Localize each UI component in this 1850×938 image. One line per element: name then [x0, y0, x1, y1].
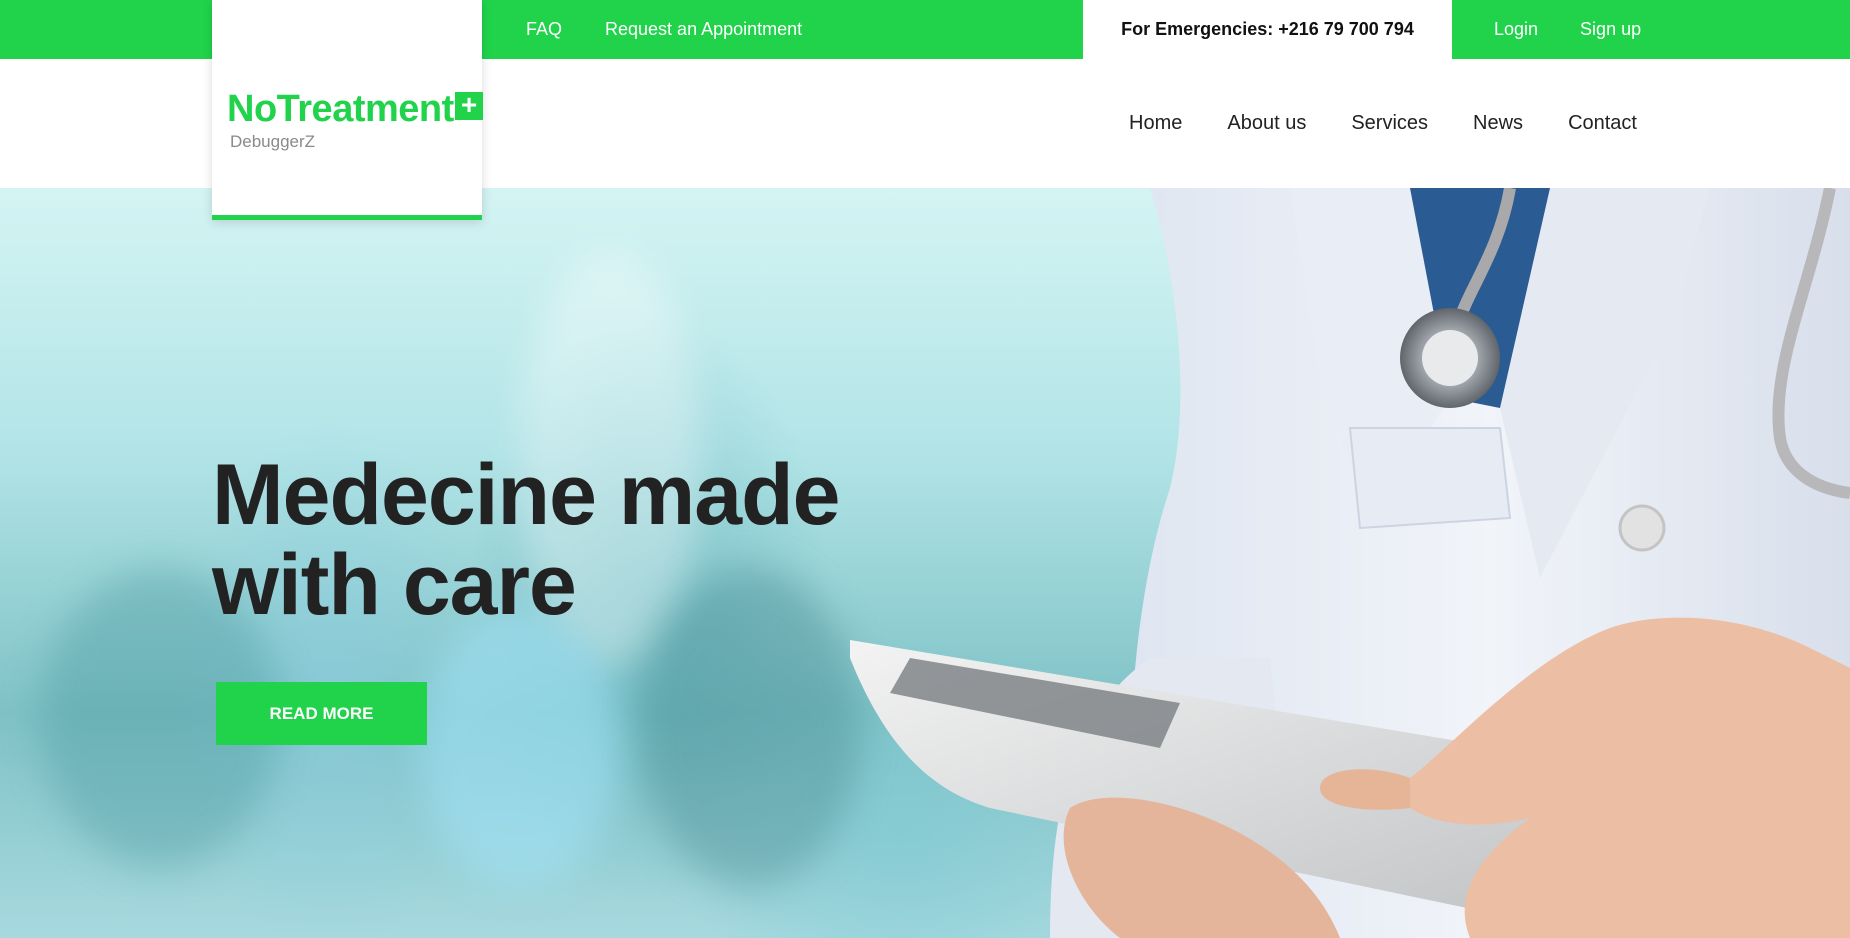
emergency-box: For Emergencies: +216 79 700 794: [1083, 0, 1452, 59]
read-more-button[interactable]: READ MORE: [216, 682, 427, 745]
login-link[interactable]: Login: [1494, 19, 1538, 40]
headline-line-1: Medecine made: [212, 447, 840, 543]
signup-link[interactable]: Sign up: [1580, 19, 1641, 40]
plus-icon: +: [454, 91, 483, 120]
logo-card[interactable]: NoTreatment + DebuggerZ: [212, 0, 483, 220]
nav-contact[interactable]: Contact: [1568, 112, 1637, 135]
logo-text: NoTreatment: [227, 88, 454, 130]
doctor-photo: [850, 188, 1850, 938]
hero-headline: Medecine made with care: [212, 450, 912, 630]
auth-links: Login Sign up: [1452, 0, 1641, 59]
main-nav: Home About us Services News Contact: [1084, 59, 1637, 188]
headline-line-2: with care: [212, 537, 577, 633]
background-blur: [420, 608, 620, 888]
nav-news[interactable]: News: [1473, 112, 1523, 135]
logo-subtitle: DebuggerZ: [230, 132, 316, 151]
request-appointment-link[interactable]: Request an Appointment: [605, 19, 802, 40]
hero-section: Medecine made with care READ MORE: [0, 188, 1850, 938]
nav-about-us[interactable]: About us: [1227, 112, 1306, 135]
nav-home[interactable]: Home: [1129, 112, 1182, 135]
emergency-phone: For Emergencies: +216 79 700 794: [1121, 19, 1414, 39]
nav-services[interactable]: Services: [1351, 112, 1428, 135]
faq-link[interactable]: FAQ: [526, 19, 562, 40]
top-links: FAQ Request an Appointment: [483, 0, 1083, 59]
logo[interactable]: NoTreatment +: [227, 88, 483, 131]
